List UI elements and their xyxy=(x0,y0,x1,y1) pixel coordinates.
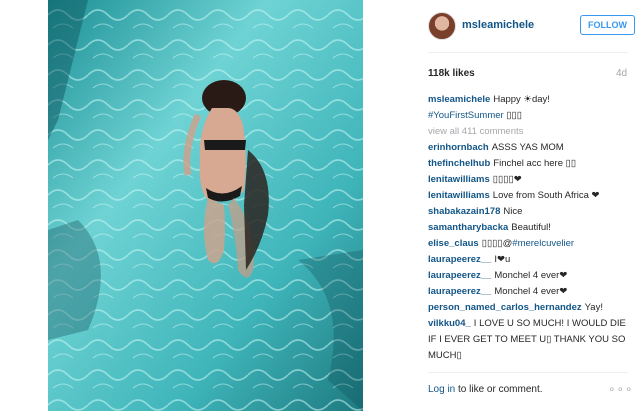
comment-username[interactable]: lenitawilliams xyxy=(428,190,490,201)
post-photo[interactable] xyxy=(48,0,363,411)
comments-list[interactable]: msleamichele Happy ☀day! #YouFirstSummer … xyxy=(428,92,628,368)
list-item: thefinchelhub Finchel acc here ▯▯ xyxy=(428,156,628,172)
caption-hashtag[interactable]: #YouFirstSummer xyxy=(428,110,504,121)
comment-text: Monchel 4 ever❤ xyxy=(494,286,568,297)
username-link[interactable]: msleamichele xyxy=(462,19,534,31)
comment-mention[interactable]: #merelcuvelier xyxy=(512,238,574,249)
comment-username[interactable]: erinhornbach xyxy=(428,142,489,153)
list-item: person_named_carlos_hernandez Yay! xyxy=(428,300,628,316)
list-item: laurapeerez__ Monchel 4 ever❤ xyxy=(428,284,628,300)
list-item: shabakazain178 Nice xyxy=(428,204,628,220)
list-item: laurapeerez__ Monchel 4 ever❤ xyxy=(428,268,628,284)
comment-text: ▯▯▯▯❤ xyxy=(492,174,522,185)
header-divider xyxy=(428,52,628,53)
comment-text: Nice xyxy=(503,206,523,217)
login-prompt-text: to like or comment. xyxy=(455,384,543,395)
comment-username[interactable]: laurapeerez__ xyxy=(428,270,491,281)
login-prompt: Log in to like or comment. xyxy=(428,384,543,395)
list-item: samantharybacka Beautiful! xyxy=(428,220,628,236)
list-item: lenitawilliams Love from South Africa ❤ xyxy=(428,188,628,204)
comment-username[interactable]: thefinchelhub xyxy=(428,158,490,169)
comment-username[interactable]: elise_claus xyxy=(428,238,479,249)
footer-divider xyxy=(428,372,628,373)
comment-username[interactable]: laurapeerez__ xyxy=(428,286,491,297)
comment-text: Finchel acc here ▯▯ xyxy=(493,158,577,169)
comment-text: I❤u xyxy=(494,254,511,265)
comment-username[interactable]: person_named_carlos_hernandez xyxy=(428,302,582,313)
comment-text: ASSS YAS MOM xyxy=(491,142,564,153)
view-all-label[interactable]: view all 411 comments xyxy=(428,126,523,137)
comment-text: ▯▯▯▯@ xyxy=(481,238,513,249)
comment-text: Yay! xyxy=(584,302,603,313)
caption-tag-suffix: ▯▯▯ xyxy=(506,110,523,121)
more-options-icon[interactable]: ∘∘∘ xyxy=(608,382,634,396)
list-item: elise_claus ▯▯▯▯@#merelcuvelier xyxy=(428,236,628,252)
list-item: erinhornbach ASSS YAS MOM xyxy=(428,140,628,156)
login-link[interactable]: Log in xyxy=(428,384,455,395)
comment-text: Love from South Africa ❤ xyxy=(492,190,600,201)
follow-button[interactable]: FOLLOW xyxy=(580,15,635,35)
caption-username[interactable]: msleamichele xyxy=(428,94,490,105)
list-item: vilkku04_ I LOVE U SO MUCH! I WOULD DIE I… xyxy=(428,316,628,364)
list-item: lenitawilliams ▯▯▯▯❤ xyxy=(428,172,628,188)
caption: msleamichele Happy ☀day! #YouFirstSummer … xyxy=(428,92,628,124)
post-sidebar: msleamichele FOLLOW 118k likes 4d msleam… xyxy=(418,0,635,411)
comment-username[interactable]: vilkku04_ xyxy=(428,318,471,329)
comment-text: Beautiful! xyxy=(511,222,551,233)
list-item: laurapeerez__ I❤u xyxy=(428,252,628,268)
view-all-comments-link[interactable]: view all 411 comments xyxy=(428,124,628,140)
avatar[interactable] xyxy=(428,12,456,40)
post-time[interactable]: 4d xyxy=(616,68,627,79)
comment-username[interactable]: samantharybacka xyxy=(428,222,508,233)
comment-username[interactable]: shabakazain178 xyxy=(428,206,500,217)
post-header: msleamichele FOLLOW xyxy=(428,12,635,40)
caption-text: Happy ☀day! xyxy=(493,94,550,105)
comment-username[interactable]: lenitawilliams xyxy=(428,174,490,185)
comment-username[interactable]: laurapeerez__ xyxy=(428,254,491,265)
pool-swimmer-image xyxy=(48,0,363,411)
likes-count: 118k likes xyxy=(428,68,475,79)
comment-text: Monchel 4 ever❤ xyxy=(494,270,568,281)
